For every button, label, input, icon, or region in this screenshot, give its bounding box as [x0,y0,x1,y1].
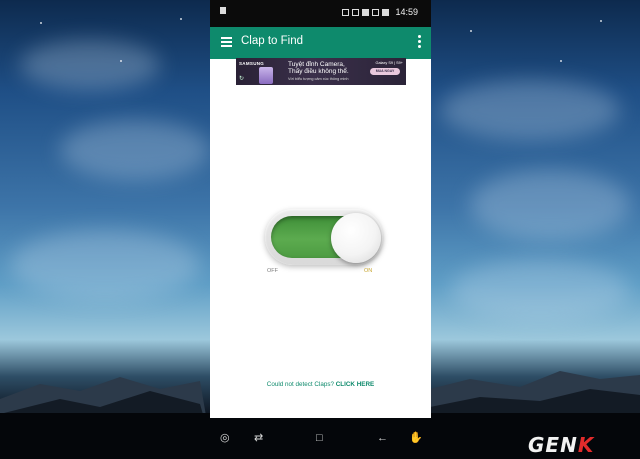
ad-cta-button[interactable]: MUA NGAY [370,68,400,75]
assistant-icon[interactable]: ✋ [409,433,423,444]
phone-screen: 14:59 Clap to Find SAMSUNG ↻ Tuyệt đỉnh … [210,0,431,418]
recent-apps-icon[interactable]: ⇄ [254,433,263,444]
mute-icon [342,8,350,16]
help-prompt: Could not detect Claps? [266,381,334,388]
ad-model: Galaxy S9 | S9+ [375,61,403,65]
click-here-link[interactable]: CLICK HERE [336,381,374,388]
toggle-off-label: OFF [267,268,278,274]
help-link[interactable]: Could not detect Claps? CLICK HERE [210,381,431,388]
ad-headline-1: Tuyệt đỉnh Camera, [288,61,345,68]
app-title: Clap to Find [241,35,304,47]
ad-subtext: Với biểu tượng cảm xúc thông minh [288,77,349,81]
genk-watermark: GENK [528,433,594,457]
data-icon [362,8,370,16]
status-bar: 14:59 [210,0,431,27]
ad-product-image [259,67,273,84]
signal-icon [372,8,380,16]
wifi-icon [352,8,360,16]
back-icon[interactable]: ← [377,433,388,444]
clap-detection-toggle[interactable] [265,209,383,265]
hamburger-menu-icon[interactable] [221,37,232,47]
toggle-on-label: ON [364,268,373,274]
home-icon[interactable]: □ [316,433,323,444]
battery-icon [382,8,390,16]
status-time: 14:59 [395,7,418,17]
ad-banner[interactable]: SAMSUNG ↻ Tuyệt đỉnh Camera, Thấy điều k… [236,58,406,85]
ad-brand: SAMSUNG [239,61,265,66]
app-bar: Clap to Find [210,27,431,59]
watermark-main: GEN [528,433,578,457]
toggle-knob[interactable] [331,213,381,263]
more-vert-icon[interactable] [418,35,421,50]
screenshot-icon[interactable]: ◎ [220,433,230,444]
ad-headline-2: Thấy điều không thể. [288,68,349,75]
refresh-icon: ↻ [239,76,245,82]
sim-icon [220,7,226,14]
watermark-accent: K [577,433,595,457]
